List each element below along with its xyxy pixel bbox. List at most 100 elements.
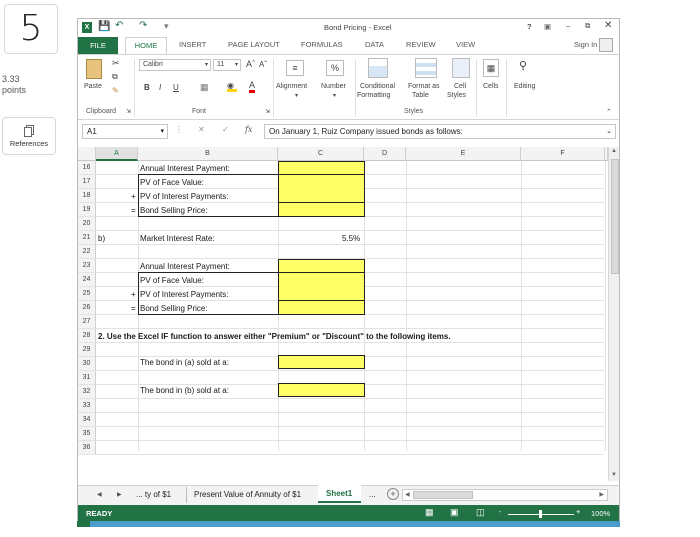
- grow-font-icon[interactable]: Aˆ: [246, 59, 255, 69]
- cells-button[interactable]: Cells: [483, 83, 499, 90]
- row-header[interactable]: 36: [78, 441, 96, 455]
- input-cell-c24-25[interactable]: [278, 272, 365, 301]
- shrink-font-icon[interactable]: Aˇ: [259, 60, 267, 69]
- borders-icon[interactable]: ▦: [200, 82, 209, 93]
- editing-button[interactable]: Editing: [514, 83, 535, 90]
- input-cell-c17-18[interactable]: [278, 174, 365, 203]
- normal-view-icon[interactable]: ▦: [425, 507, 434, 518]
- cell-b16[interactable]: Annual Interest Payment:: [140, 162, 230, 175]
- row-header[interactable]: 17: [78, 175, 96, 189]
- input-cell-c19[interactable]: [278, 202, 365, 217]
- col-header-d[interactable]: D: [364, 147, 406, 161]
- quick-access-more-icon[interactable]: ▾: [164, 21, 169, 32]
- input-cell-c23[interactable]: [278, 259, 365, 273]
- tab-page-layout[interactable]: PAGE LAYOUT: [228, 40, 280, 49]
- name-box[interactable]: A1 ▾: [82, 124, 168, 139]
- fill-color-icon[interactable]: ◉: [227, 81, 237, 92]
- row-header[interactable]: 18: [78, 189, 96, 203]
- save-icon[interactable]: 💾: [98, 21, 110, 32]
- row-header[interactable]: 25: [78, 287, 96, 301]
- col-header-e[interactable]: E: [406, 147, 521, 161]
- cell-b21[interactable]: Market Interest Rate:: [140, 232, 215, 245]
- row-header[interactable]: 20: [78, 217, 96, 231]
- input-cell-c16[interactable]: [278, 161, 365, 175]
- cancel-icon[interactable]: ✕: [198, 125, 205, 134]
- row-header[interactable]: 22: [78, 245, 96, 259]
- enter-icon[interactable]: ✓: [222, 125, 229, 134]
- cell-c21[interactable]: 5.5%: [342, 232, 360, 245]
- hscrollbar-thumb[interactable]: [413, 491, 473, 499]
- row-header[interactable]: 31: [78, 371, 96, 385]
- cell-b17[interactable]: PV of Face Value:: [140, 176, 204, 189]
- spreadsheet-grid[interactable]: A B C D E F 16 17 18 19 20 21 22 23 24 2…: [78, 147, 619, 481]
- cell-b19[interactable]: Bond Selling Price:: [140, 204, 208, 217]
- binoculars-icon[interactable]: ⚲: [519, 59, 527, 72]
- tab-file[interactable]: FILE: [78, 37, 118, 54]
- cell-a28[interactable]: 2. Use the Excel IF function to answer e…: [98, 330, 451, 343]
- help-button[interactable]: ?: [527, 22, 532, 31]
- percent-icon[interactable]: %: [326, 60, 344, 76]
- scroll-down-icon[interactable]: ▼: [611, 472, 617, 478]
- row-header[interactable]: 24: [78, 273, 96, 287]
- row-header[interactable]: 21: [78, 231, 96, 245]
- add-sheet-icon[interactable]: +: [387, 488, 399, 500]
- font-size-select[interactable]: 11 ▾: [213, 59, 241, 71]
- undo-icon[interactable]: ↶: [115, 20, 123, 31]
- ribbon-display-icon[interactable]: ▣: [544, 22, 551, 31]
- insert-function-button[interactable]: fx: [245, 125, 252, 134]
- row-header[interactable]: 29: [78, 343, 96, 357]
- cell-b18[interactable]: PV of Interest Payments:: [140, 190, 228, 203]
- cells-icon[interactable]: ▦: [483, 59, 499, 77]
- format-as-table-icon[interactable]: [415, 58, 437, 78]
- restore-button[interactable]: ⧉: [585, 21, 590, 31]
- row-header[interactable]: 27: [78, 315, 96, 329]
- conditional-formatting-icon[interactable]: [368, 58, 388, 78]
- tab-data[interactable]: DATA: [365, 40, 384, 49]
- row-header[interactable]: 33: [78, 399, 96, 413]
- more-options-icon[interactable]: ⋮: [175, 125, 183, 134]
- zoom-slider-thumb[interactable]: [539, 510, 542, 518]
- row-header[interactable]: 35: [78, 427, 96, 441]
- sign-in-link[interactable]: Sign In: [574, 40, 597, 49]
- row-header[interactable]: 34: [78, 413, 96, 427]
- sheet-prev-button[interactable]: ◀: [97, 491, 102, 498]
- zoom-out-button[interactable]: -: [499, 507, 502, 516]
- underline-button[interactable]: U: [173, 83, 179, 92]
- row-header[interactable]: 26: [78, 301, 96, 315]
- zoom-level[interactable]: 100%: [591, 509, 610, 518]
- sheet-tab-pv-annuity[interactable]: Present Value of Annuity of $1: [194, 490, 301, 499]
- conditional-formatting-button[interactable]: Conditional: [360, 83, 395, 90]
- scroll-left-icon[interactable]: ◀: [405, 491, 410, 498]
- row-header[interactable]: 16: [78, 161, 96, 175]
- cell-b32[interactable]: The bond in (b) sold at a:: [140, 384, 229, 397]
- cell-b25[interactable]: PV of Interest Payments:: [140, 288, 228, 301]
- scroll-right-icon[interactable]: ▶: [599, 491, 604, 498]
- cell-b26[interactable]: Bond Selling Price:: [140, 302, 208, 315]
- references-button[interactable]: References: [2, 117, 56, 155]
- chevron-down-icon[interactable]: ⌄: [606, 127, 612, 135]
- cell-b24[interactable]: PV of Face Value:: [140, 274, 204, 287]
- cell-a26[interactable]: =: [131, 302, 136, 315]
- input-cell-c32[interactable]: [278, 383, 365, 397]
- bold-button[interactable]: B: [144, 83, 150, 92]
- col-header-b[interactable]: B: [138, 147, 278, 161]
- collapse-ribbon-icon[interactable]: ⌃: [606, 108, 612, 116]
- cell-a21[interactable]: b): [98, 232, 105, 245]
- copy-icon[interactable]: ⧉: [112, 72, 118, 82]
- sheet-tab-active[interactable]: Sheet1: [318, 485, 361, 503]
- close-button[interactable]: ✕: [604, 20, 612, 31]
- alignment-button[interactable]: Alignment: [276, 83, 307, 90]
- tab-home[interactable]: HOME: [125, 37, 167, 54]
- col-header-c[interactable]: C: [278, 147, 364, 161]
- cell-styles-button[interactable]: Cell: [454, 83, 466, 90]
- redo-icon[interactable]: ↷: [139, 20, 147, 31]
- cell-a18[interactable]: +: [131, 190, 136, 203]
- row-header[interactable]: 30: [78, 357, 96, 371]
- cell-styles-icon[interactable]: [452, 58, 470, 78]
- scroll-up-icon[interactable]: ▲: [611, 148, 617, 154]
- vertical-scrollbar[interactable]: ▲ ▼: [608, 147, 619, 481]
- tab-formulas[interactable]: FORMULAS: [301, 40, 343, 49]
- italic-button[interactable]: I: [159, 83, 161, 92]
- sheet-tab-more[interactable]: ...: [369, 490, 376, 499]
- tab-review[interactable]: REVIEW: [406, 40, 436, 49]
